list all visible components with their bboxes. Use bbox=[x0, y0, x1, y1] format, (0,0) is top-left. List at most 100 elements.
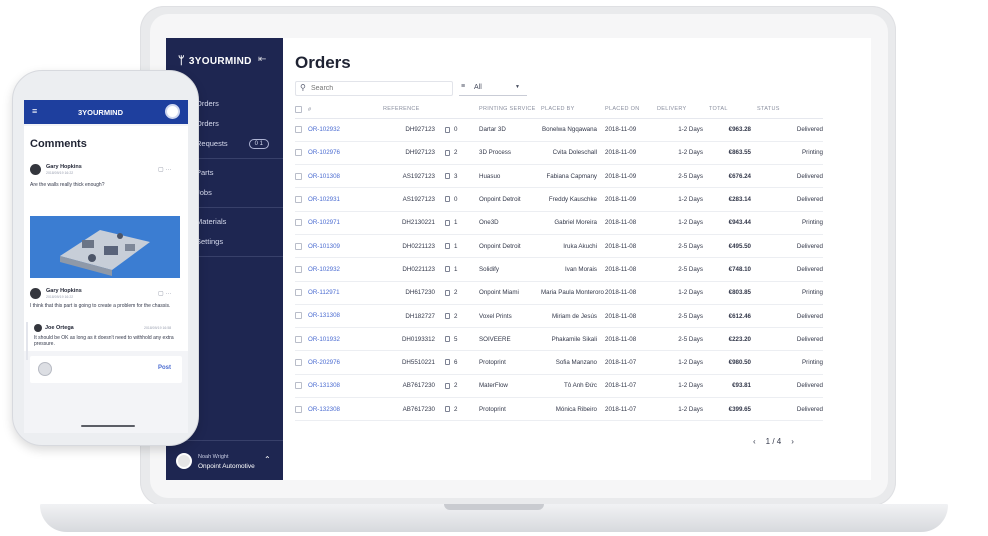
order-id-cell: OR-102976 bbox=[295, 141, 383, 166]
status-cell: Delivered bbox=[757, 118, 823, 142]
table-row[interactable]: OR-131308 AB7617230 2 MaterFlow Tô Anh Đức 20… bbox=[295, 374, 823, 399]
placed-on-cell: 2018-11-08 bbox=[605, 281, 657, 305]
status-cell: Delivered bbox=[757, 257, 823, 282]
table-row[interactable]: OR-102931 AS1927123 0 Onpoint Detroit Freddy… bbox=[295, 187, 823, 212]
order-link[interactable]: OR-101932 bbox=[308, 336, 340, 343]
row-checkbox[interactable] bbox=[295, 382, 302, 390]
brand-logo[interactable]: ᛘ 3YOURMIND bbox=[178, 55, 252, 67]
row-checkbox[interactable] bbox=[295, 265, 302, 273]
column-header-total[interactable]: TOTAL bbox=[709, 101, 757, 119]
order-link[interactable]: OR-112971 bbox=[308, 289, 340, 296]
order-link[interactable]: OR-102971 bbox=[308, 219, 340, 226]
table-row[interactable]: OR-101308 AS1927123 3 Huasuo Fabiana Capmany… bbox=[295, 164, 823, 189]
page-title: Orders bbox=[295, 53, 351, 72]
table-row[interactable]: OR-132308 AB7617230 2 Protoprint Mónica Ribe… bbox=[295, 397, 823, 422]
table-row[interactable]: OR-102932 DH927123 0 Dartar 3D Bonelwa Ngqaw… bbox=[295, 118, 823, 142]
select-all-checkbox[interactable] bbox=[295, 105, 302, 113]
column-header-delivery[interactable]: DELIVERY bbox=[657, 101, 709, 119]
table-row[interactable]: OR-112971 DH617230 2 Onpoint Miami Maria Pau… bbox=[295, 281, 823, 305]
table-row[interactable]: OR-102971 DH2130221 1 One3D Gabriel Moreira 2… bbox=[295, 211, 823, 235]
row-checkbox[interactable] bbox=[295, 149, 302, 157]
file-count: 1 bbox=[454, 242, 458, 250]
table-row[interactable]: OR-102932 DH0221123 1 Solidify Ivan Morais 20… bbox=[295, 257, 823, 282]
files-cell: 2 bbox=[445, 304, 479, 329]
order-link[interactable]: OR-131308 bbox=[308, 382, 340, 389]
search-input[interactable] bbox=[311, 83, 446, 94]
order-link[interactable]: OR-101308 bbox=[308, 173, 340, 180]
status-cell: Printing bbox=[757, 141, 823, 166]
files-cell: 2 bbox=[445, 281, 479, 305]
avatar bbox=[38, 362, 52, 376]
avatar[interactable] bbox=[165, 104, 180, 119]
printing-service-cell: SOIVEERE bbox=[479, 327, 541, 352]
column-header-files bbox=[445, 101, 479, 119]
placed-by-cell: Miriam de Jesús bbox=[541, 304, 605, 329]
next-page-button[interactable]: › bbox=[791, 437, 794, 446]
delivery-cell: 1-2 Days bbox=[657, 397, 709, 422]
column-header-placed-by[interactable]: PLACED BY bbox=[541, 101, 605, 119]
collapse-sidebar-icon[interactable]: ⇤ bbox=[258, 54, 266, 65]
table-row[interactable]: OR-101932 DH0193312 5 SOIVEERE Phakamile Sik… bbox=[295, 327, 823, 352]
order-link[interactable]: OR-131308 bbox=[308, 313, 340, 320]
column-header-printing-service[interactable]: PRINTING SERVICE bbox=[479, 101, 541, 119]
row-checkbox[interactable] bbox=[295, 195, 302, 203]
order-link[interactable]: OR-132308 bbox=[308, 406, 340, 413]
row-checkbox[interactable] bbox=[295, 126, 302, 134]
placed-by-cell: Bonelwa Ngqawana bbox=[541, 118, 605, 142]
total-cell: €612.46 bbox=[709, 304, 757, 329]
column-header-number[interactable]: # bbox=[295, 101, 383, 119]
column-header-status[interactable]: STATUS bbox=[757, 101, 823, 119]
column-header-reference[interactable]: REFERENCE bbox=[383, 101, 445, 119]
file-count: 1 bbox=[454, 219, 458, 227]
row-checkbox[interactable] bbox=[295, 242, 302, 250]
column-header-placed-on[interactable]: PLACED ON bbox=[605, 101, 657, 119]
files-cell: 1 bbox=[445, 257, 479, 282]
file-count: 2 bbox=[454, 382, 458, 390]
table-row[interactable]: OR-102976 DH927123 2 3D Process Cvita Dolesc… bbox=[295, 141, 823, 166]
table-row[interactable]: OR-131308 DH182727 2 Voxel Prints Miriam de … bbox=[295, 304, 823, 329]
row-checkbox[interactable] bbox=[295, 359, 302, 367]
row-checkbox[interactable] bbox=[295, 312, 302, 320]
table-row[interactable]: OR-202976 DH5510221 6 Protoprint Sofia Manza… bbox=[295, 350, 823, 375]
placed-by-cell: Gabriel Moreira bbox=[541, 211, 605, 235]
chevron-up-icon[interactable]: ⌃ bbox=[264, 455, 271, 464]
row-checkbox[interactable] bbox=[295, 405, 302, 413]
laptop-notch bbox=[444, 504, 544, 510]
status-cell: Delivered bbox=[757, 397, 823, 422]
order-link[interactable]: OR-102932 bbox=[308, 126, 340, 133]
part-render-image[interactable] bbox=[30, 216, 180, 278]
status-cell: Delivered bbox=[757, 304, 823, 329]
post-button[interactable]: Post bbox=[158, 365, 171, 371]
comment-author: Joe Ortega bbox=[45, 325, 74, 331]
placed-on-cell: 2018-11-07 bbox=[605, 397, 657, 422]
search-box[interactable]: ⚲ bbox=[295, 81, 453, 96]
row-checkbox[interactable] bbox=[295, 219, 302, 227]
new-comment-box[interactable]: Post bbox=[30, 356, 182, 383]
files-cell: 0 bbox=[445, 187, 479, 212]
reference-cell: AS1927123 bbox=[383, 164, 445, 189]
phone-header: ≡ 3YOURMIND bbox=[24, 100, 188, 124]
placed-on-cell: 2018-11-08 bbox=[605, 234, 657, 259]
order-link[interactable]: OR-102932 bbox=[308, 266, 340, 273]
order-link[interactable]: OR-202976 bbox=[308, 359, 340, 366]
menu-icon[interactable]: ≡ bbox=[32, 106, 37, 116]
row-checkbox[interactable] bbox=[295, 289, 302, 297]
user-company: Onpoint Automotive bbox=[198, 463, 255, 470]
table-row[interactable]: OR-101309 DH0221123 1 Onpoint Detroit Iruka … bbox=[295, 234, 823, 259]
status-filter-select[interactable]: ≡ All ▼ bbox=[459, 81, 527, 96]
order-link[interactable]: OR-102976 bbox=[308, 150, 340, 157]
row-checkbox[interactable] bbox=[295, 335, 302, 343]
laptop-screen: ᛘ 3YOURMIND ⇤ Orders Orders Requests 0 1… bbox=[166, 38, 871, 480]
total-cell: €748.10 bbox=[709, 257, 757, 282]
placed-on-cell: 2018-11-08 bbox=[605, 257, 657, 282]
reference-cell: DH5510221 bbox=[383, 350, 445, 375]
comment-actions-icon[interactable]: ▢ ··· bbox=[158, 166, 171, 173]
comments-panel: Comments Gary Hopkins 2018/09/19 16:22 ▢… bbox=[24, 126, 188, 360]
prev-page-button[interactable]: ‹ bbox=[753, 437, 756, 446]
order-link[interactable]: OR-102931 bbox=[308, 196, 340, 203]
orders-table: # REFERENCE PRINTING SERVICE PLACED BY P… bbox=[295, 101, 823, 422]
order-link[interactable]: OR-101309 bbox=[308, 243, 340, 250]
user-menu[interactable]: Noah Wright Onpoint Automotive ⌃ bbox=[166, 440, 283, 480]
comment-actions-icon[interactable]: ▢ ··· bbox=[158, 290, 171, 297]
row-checkbox[interactable] bbox=[295, 172, 302, 180]
